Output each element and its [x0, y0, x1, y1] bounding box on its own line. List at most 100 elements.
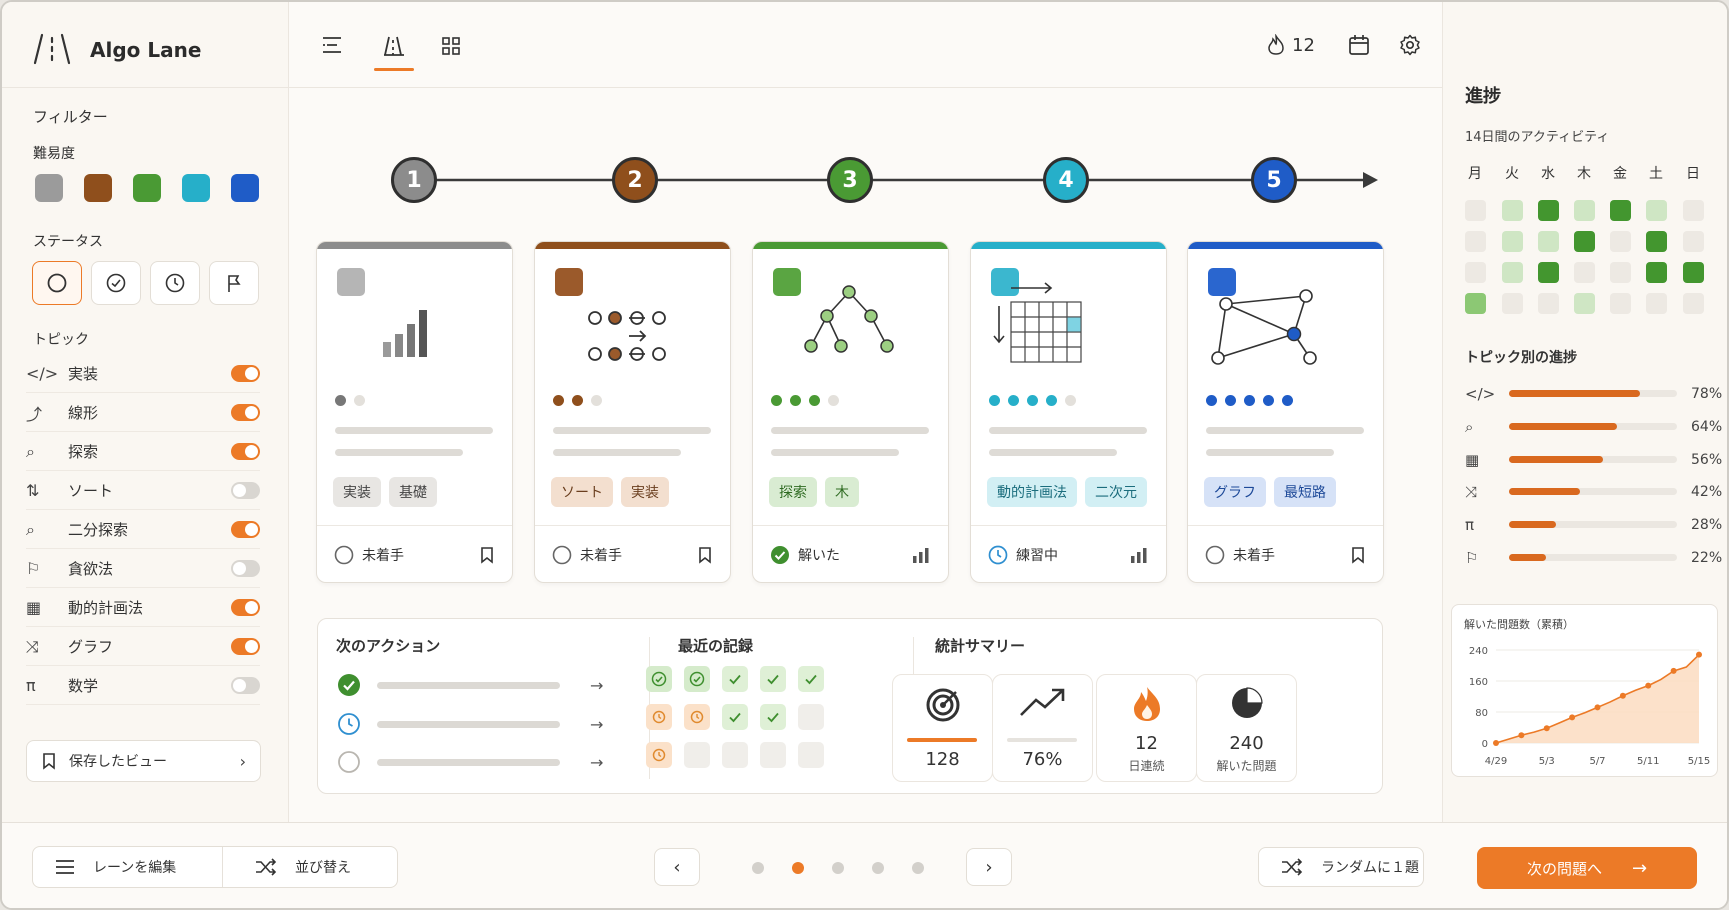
difficulty-square [555, 268, 583, 296]
page-dot[interactable] [912, 862, 924, 874]
difficulty-dots [989, 395, 1076, 406]
stat-card: 76% [992, 674, 1093, 782]
problem-card[interactable]: グラフ 最短路 未着手 [1187, 241, 1384, 583]
topic-progress-row: ⚐ 22% [1465, 547, 1723, 569]
weekday-label: 火 [1505, 166, 1519, 182]
recent-title: 最近の記録 [678, 637, 754, 655]
placeholder-line [553, 427, 711, 434]
topic-tag[interactable]: 実装 [621, 477, 669, 507]
page-dot[interactable] [872, 862, 884, 874]
difficulty-square [337, 268, 365, 296]
solved-record-cell[interactable] [760, 666, 786, 692]
practice-record-cell[interactable] [684, 704, 710, 730]
difficulty-dots [771, 395, 839, 406]
solved-record-cell[interactable] [798, 666, 824, 692]
topic-icon: π [1465, 516, 1475, 534]
topic-progress-title: トピック別の進捗 [1465, 350, 1577, 366]
problem-illustration [377, 302, 447, 366]
bookmark-icon[interactable] [1350, 546, 1366, 564]
topic-tag[interactable]: 最短路 [1274, 477, 1336, 507]
solved-record-cell[interactable] [684, 666, 710, 692]
empty-record-cell[interactable] [798, 742, 824, 768]
topic-progress-row: ▦ 56% [1465, 449, 1722, 471]
random-problem-button[interactable]: ランダムに１題 [1258, 847, 1424, 887]
page-dot[interactable] [792, 862, 804, 874]
lane-step-5[interactable]: 5 [1251, 157, 1297, 203]
topic-tag[interactable]: 実装 [333, 477, 381, 507]
placeholder-line [553, 449, 681, 456]
topic-tag[interactable]: 動的計画法 [987, 477, 1077, 507]
lane-step-4[interactable]: 4 [1043, 157, 1089, 203]
progress-percent: 22% [1691, 550, 1723, 566]
next-action-row[interactable]: → [337, 710, 617, 738]
shuffle-icon [1281, 858, 1303, 876]
practice-record-cell[interactable] [646, 742, 672, 768]
practice-record-cell[interactable] [646, 704, 672, 730]
empty-record-cell[interactable] [760, 742, 786, 768]
bookmark-icon[interactable] [697, 546, 713, 564]
status-label: 未着手 [580, 548, 622, 564]
topic-icon: </> [1465, 385, 1496, 403]
activity-cell [1646, 200, 1667, 221]
data-point [1645, 682, 1652, 689]
data-point [1696, 651, 1702, 658]
problem-card[interactable]: 動的計画法 二次元練習中 [970, 241, 1167, 583]
activity-cell [1574, 293, 1595, 314]
page-dot[interactable] [752, 862, 764, 874]
topic-tag[interactable]: 基礎 [389, 477, 437, 507]
solved-record-cell[interactable] [722, 704, 748, 730]
topic-tag[interactable]: ソート [551, 477, 613, 507]
summary-panel: 次のアクション → → → 最近の記録 統計サマリー 128 76% 12 日連続 24… [317, 618, 1383, 794]
tag-list: ソート 実装 [551, 477, 669, 507]
solved-record-cell[interactable] [760, 704, 786, 730]
placeholder-line [771, 427, 929, 434]
data-point [1518, 732, 1525, 739]
weekday-label: 土 [1649, 166, 1663, 182]
topic-tag[interactable]: 木 [825, 477, 859, 507]
solved-record-cell[interactable] [722, 666, 748, 692]
bookmark-icon[interactable] [479, 546, 495, 564]
progress-percent: 78% [1691, 386, 1723, 402]
next-page-button[interactable]: › [966, 848, 1012, 886]
status-label: 練習中 [1016, 548, 1058, 564]
edit-lane-button[interactable]: レーンを編集 [33, 847, 223, 887]
empty-record-cell[interactable] [722, 742, 748, 768]
lane-step-3[interactable]: 3 [827, 157, 873, 203]
progress-title: 進捗 [1465, 86, 1501, 107]
topic-tag[interactable]: 二次元 [1085, 477, 1147, 507]
problem-card[interactable]: 実装 基礎 未着手 [316, 241, 513, 583]
data-point [1670, 667, 1677, 674]
problem-illustration [1208, 286, 1318, 376]
topic-tag[interactable]: グラフ [1204, 477, 1266, 507]
prev-page-button[interactable]: ‹ [654, 848, 700, 886]
page-dot[interactable] [832, 862, 844, 874]
difficulty-dot [591, 395, 602, 406]
lane-step-1[interactable]: 1 [391, 157, 437, 203]
next-action-row[interactable]: → [337, 748, 617, 776]
difficulty-dot [828, 395, 839, 406]
problem-card[interactable]: 探索木解いた [752, 241, 949, 583]
problem-card[interactable]: ソート 実装未着手 [534, 241, 731, 583]
edit-lane-label: レーンを編集 [93, 860, 177, 876]
empty-record-cell[interactable] [684, 742, 710, 768]
data-point [1569, 714, 1576, 721]
topic-tag[interactable]: 探索 [769, 477, 817, 507]
bar-chart-icon[interactable] [911, 546, 931, 564]
next-action-row[interactable]: → [337, 671, 617, 699]
check-circle-icon [337, 673, 361, 697]
stat-value: 128 [925, 749, 960, 770]
solved-record-cell[interactable] [646, 666, 672, 692]
activity-cell [1538, 231, 1559, 252]
next-problem-button[interactable]: 次の問題へ → [1477, 847, 1697, 889]
topic-icon: ⌕ [1465, 418, 1474, 436]
difficulty-dot [809, 395, 820, 406]
bar-chart-icon[interactable] [1129, 546, 1149, 564]
empty-record-cell[interactable] [798, 704, 824, 730]
x-tick-label: 5/15 [1688, 756, 1710, 767]
lane-step-2[interactable]: 2 [612, 157, 658, 203]
circle-icon [334, 545, 354, 565]
sort-button[interactable]: 並び替え [223, 847, 351, 887]
progress-fill [1509, 456, 1604, 463]
target-icon [893, 685, 992, 725]
weekday-label: 水 [1541, 166, 1555, 182]
